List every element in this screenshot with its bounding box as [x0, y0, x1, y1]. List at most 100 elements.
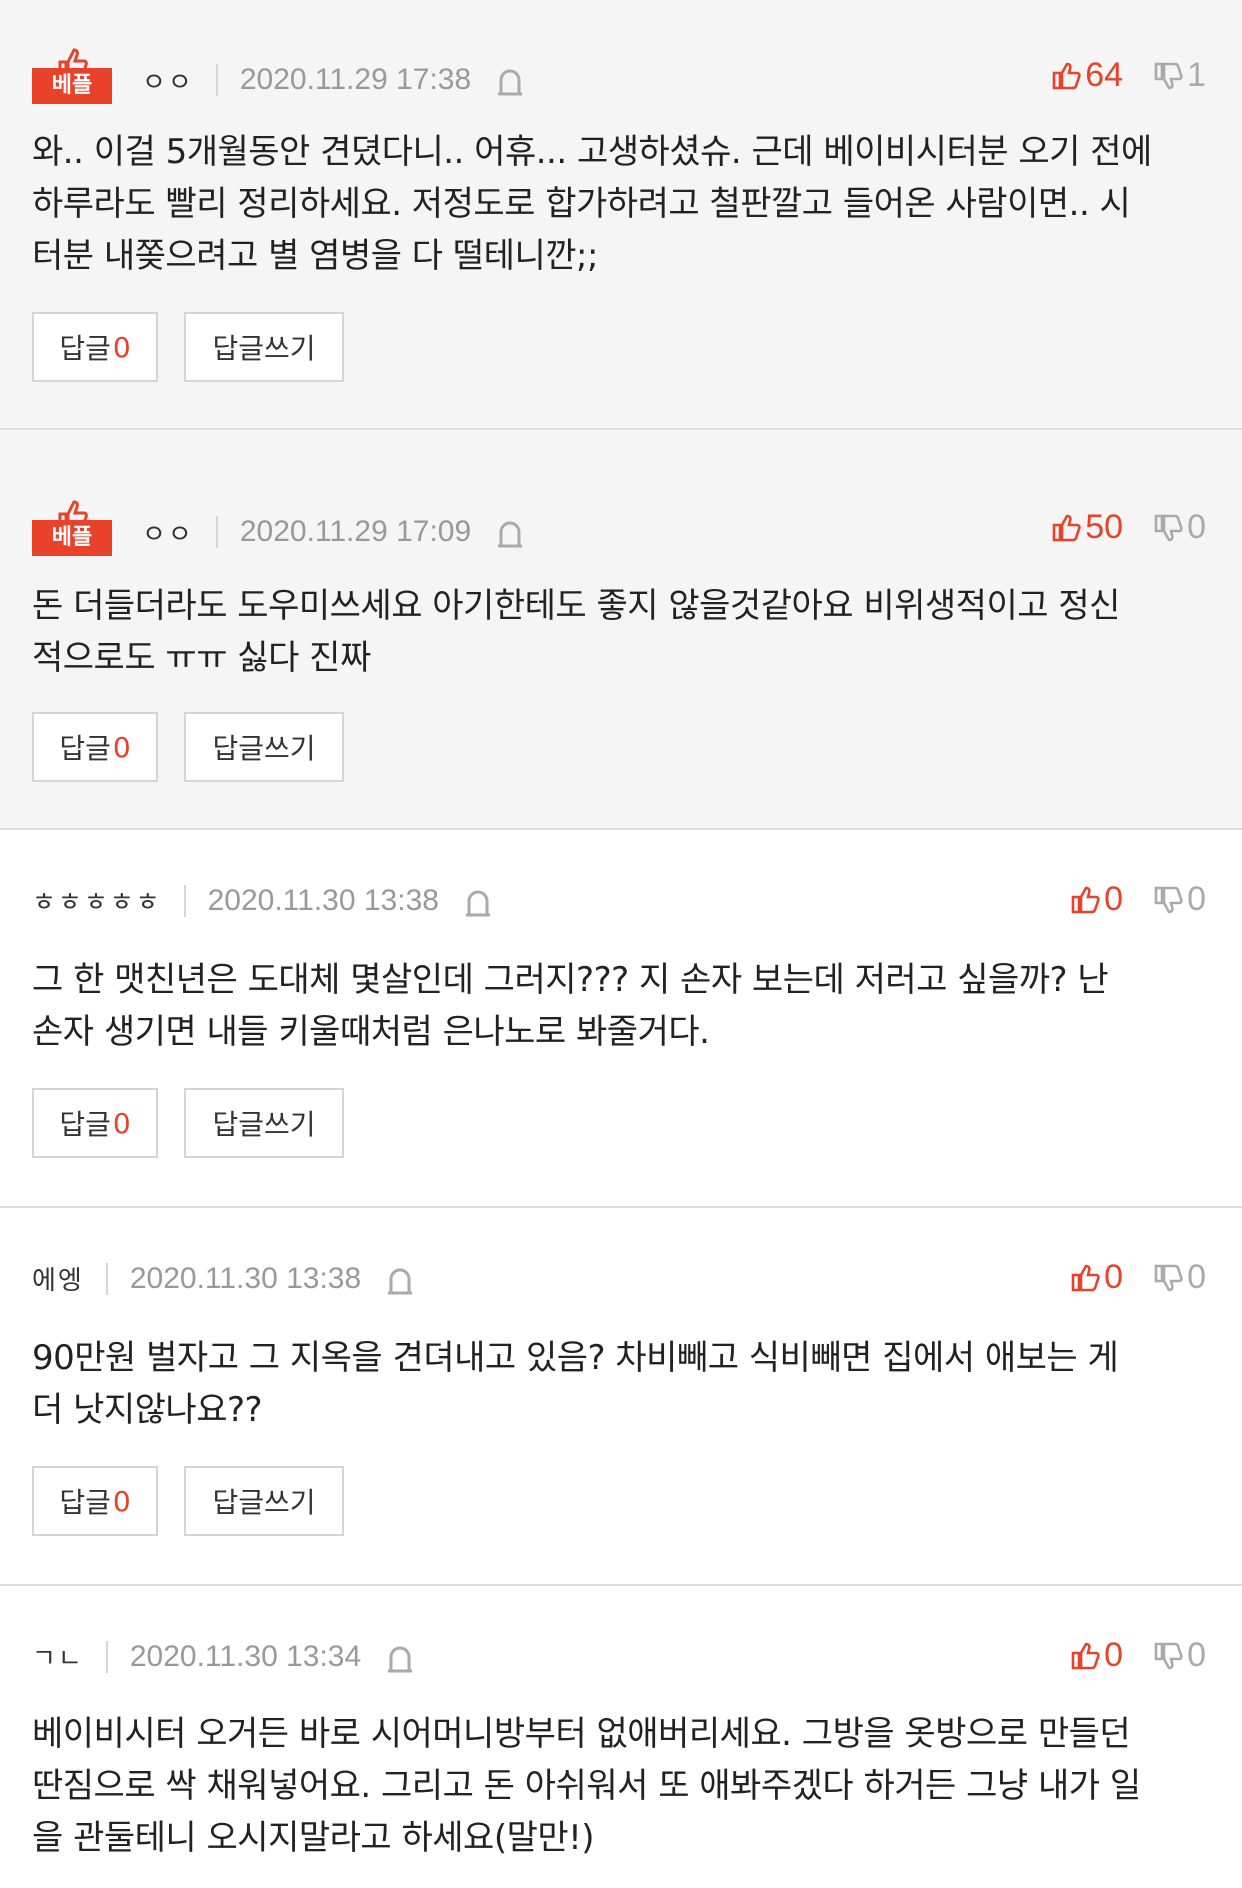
best-label: 베플	[32, 68, 112, 104]
reply-label: 답글	[59, 732, 111, 765]
reply-toggle-button[interactable]: 답글 0	[32, 1088, 158, 1158]
report-icon[interactable]	[385, 1261, 415, 1297]
thumbs-up-icon	[1071, 1264, 1100, 1291]
upvote-count: 0	[1104, 1636, 1124, 1674]
comment-line: 손자 생기면 내들 키울때처럼 은나노로 봐줄거다.	[32, 1012, 710, 1052]
vote-group: 64 1	[1051, 56, 1206, 95]
comment-meta: 베플 ㅇㅇ 2020.11.29 17:09	[32, 500, 525, 556]
upvote-button[interactable]: 0	[1070, 1636, 1123, 1675]
reply-count: 0	[112, 1106, 131, 1140]
comment-item: 베플 ㅇㅇ 2020.11.29 17:38 64 1 와.. 이걸 5개월동안…	[0, 0, 1242, 430]
best-label: 베플	[32, 520, 112, 556]
downvote-count: 0	[1187, 880, 1206, 918]
write-reply-button[interactable]: 답글쓰기	[184, 712, 344, 782]
downvote-count: 0	[1187, 1258, 1206, 1296]
author-name[interactable]: 에엥	[32, 1260, 84, 1297]
reply-label: 답글	[59, 1108, 111, 1141]
vote-group: 0 0	[1070, 880, 1206, 919]
comment-line: 와.. 이걸 5개월동안 견뎠다니.. 어휴... 고생하셨슈. 근데 베이비시…	[32, 132, 1152, 172]
comment-meta: 에엥 2020.11.30 13:38	[32, 1260, 415, 1297]
thumbs-down-icon	[1154, 886, 1183, 913]
reply-label: 답글	[59, 1486, 111, 1519]
reply-label: 답글	[59, 332, 111, 365]
vote-group: 0 0	[1070, 1258, 1206, 1297]
comment-body: 베이비시터 오거든 바로 시어머니방부터 없애버리세요. 그방을 옷방으로 만들…	[32, 1708, 1202, 1864]
upvote-button[interactable]: 64	[1051, 56, 1123, 95]
author-name[interactable]: ㄱㄴ	[32, 1638, 84, 1675]
comment-body: 와.. 이걸 5개월동안 견뎠다니.. 어휴... 고생하셨슈. 근데 베이비시…	[32, 126, 1202, 282]
thumbs-up-icon	[1071, 886, 1100, 913]
thumbs-down-icon	[1154, 1642, 1183, 1669]
downvote-count: 0	[1187, 1636, 1206, 1674]
comment-line: 더 낫지않나요??	[32, 1390, 263, 1430]
comment-line: 하루라도 빨리 정리하세요. 저정도로 합가하려고 철판깔고 들어온 사람이면.…	[32, 184, 1131, 224]
comment-line: 그 한 맷친년은 도대체 몇살인데 그러지??? 지 손자 보는데 저러고 싶을…	[32, 960, 1109, 1000]
thumbs-down-icon	[1154, 62, 1183, 89]
downvote-button[interactable]: 0	[1153, 1636, 1206, 1675]
comment-date: 2020.11.29 17:09	[239, 515, 472, 548]
comment-item: ㅎㅎㅎㅎㅎ 2020.11.30 13:38 0 0 그 한 맷친년은 도대체 …	[0, 830, 1242, 1208]
comment-date: 2020.11.29 17:38	[239, 63, 472, 96]
reply-actions: 답글 0 답글쓰기	[32, 712, 370, 782]
author-name[interactable]: ㅇㅇ	[142, 514, 194, 551]
comment-line: 90만원 벌자고 그 지옥을 견뎌내고 있음? 차비빼고 식비빼면 집에서 애보…	[32, 1338, 1119, 1378]
downvote-button[interactable]: 0	[1153, 508, 1206, 547]
author-name[interactable]: ㅇㅇ	[142, 62, 194, 99]
downvote-button[interactable]: 0	[1153, 880, 1206, 919]
downvote-button[interactable]: 0	[1153, 1258, 1206, 1297]
divider	[105, 1262, 108, 1295]
reply-actions: 답글 0 답글쓰기	[32, 1088, 370, 1158]
write-reply-button[interactable]: 답글쓰기	[184, 312, 344, 382]
comment-line: 돈 더들더라도 도우미쓰세요 아기한테도 좋지 않을것같아요 비위생적이고 정신	[32, 586, 1120, 626]
thumbs-down-icon	[1154, 514, 1183, 541]
report-icon[interactable]	[463, 883, 493, 919]
upvote-count: 64	[1085, 56, 1124, 94]
comment-meta: ㅎㅎㅎㅎㅎ 2020.11.30 13:38	[32, 882, 493, 919]
vote-group: 0 0	[1070, 1636, 1206, 1675]
comment-item: 베플 ㅇㅇ 2020.11.29 17:09 50 0 돈 더들더라도 도우미쓰…	[0, 430, 1242, 830]
divider	[215, 64, 218, 96]
reply-toggle-button[interactable]: 답글 0	[32, 1466, 158, 1536]
thumbs-up-icon	[1071, 1642, 1100, 1669]
divider	[215, 516, 218, 548]
comment-date: 2020.11.30 13:38	[129, 1261, 362, 1295]
upvote-count: 0	[1104, 880, 1124, 918]
reply-toggle-button[interactable]: 답글 0	[32, 312, 158, 382]
report-icon[interactable]	[495, 514, 525, 550]
upvote-count: 50	[1085, 508, 1124, 546]
reply-actions: 답글 0 답글쓰기	[32, 312, 370, 382]
thumbs-down-icon	[1154, 1264, 1183, 1291]
reply-count: 0	[112, 330, 131, 364]
upvote-button[interactable]: 0	[1070, 1258, 1123, 1297]
upvote-button[interactable]: 0	[1070, 880, 1123, 919]
thumbs-up-icon	[1052, 514, 1081, 541]
thumbs-up-icon	[1052, 62, 1081, 89]
comment-body: 돈 더들더라도 도우미쓰세요 아기한테도 좋지 않을것같아요 비위생적이고 정신…	[32, 580, 1202, 684]
upvote-count: 0	[1104, 1258, 1124, 1296]
downvote-button[interactable]: 1	[1153, 56, 1206, 95]
comment-body: 90만원 벌자고 그 지옥을 견뎌내고 있음? 차비빼고 식비빼면 집에서 애보…	[32, 1332, 1202, 1436]
comment-line: 딴짐으로 싹 채워넣어요. 그리고 돈 아쉬워서 또 애봐주겠다 하거든 그냥 …	[32, 1766, 1141, 1806]
report-icon[interactable]	[385, 1639, 415, 1675]
write-reply-button[interactable]: 답글쓰기	[184, 1088, 344, 1158]
write-reply-button[interactable]: 답글쓰기	[184, 1466, 344, 1536]
upvote-button[interactable]: 50	[1051, 508, 1123, 547]
downvote-count: 1	[1187, 56, 1206, 94]
author-name[interactable]: ㅎㅎㅎㅎㅎ	[32, 882, 162, 919]
best-badge: 베플	[32, 500, 112, 556]
comment-line: 터분 내쫒으려고 별 염병을 다 떨테니깐;;	[32, 236, 598, 276]
comment-item: ㄱㄴ 2020.11.30 13:34 0 0 베이비시터 오거든 바로 시어머…	[0, 1586, 1242, 1886]
comment-line: 베이비시터 오거든 바로 시어머니방부터 없애버리세요. 그방을 옷방으로 만들…	[32, 1714, 1131, 1754]
comment-date: 2020.11.30 13:34	[129, 1639, 362, 1673]
comment-item: 에엥 2020.11.30 13:38 0 0 90만원 벌자고 그 지옥을 견…	[0, 1208, 1242, 1586]
reply-count: 0	[112, 1484, 131, 1518]
best-badge: 베플	[32, 48, 112, 104]
reply-toggle-button[interactable]: 답글 0	[32, 712, 158, 782]
comment-meta: ㄱㄴ 2020.11.30 13:34	[32, 1638, 415, 1675]
report-icon[interactable]	[495, 62, 525, 98]
reply-count: 0	[112, 730, 131, 764]
downvote-count: 0	[1187, 508, 1206, 546]
reply-actions: 답글 0 답글쓰기	[32, 1466, 370, 1536]
comment-body: 그 한 맷친년은 도대체 몇살인데 그러지??? 지 손자 보는데 저러고 싶을…	[32, 954, 1202, 1058]
vote-group: 50 0	[1051, 508, 1206, 547]
